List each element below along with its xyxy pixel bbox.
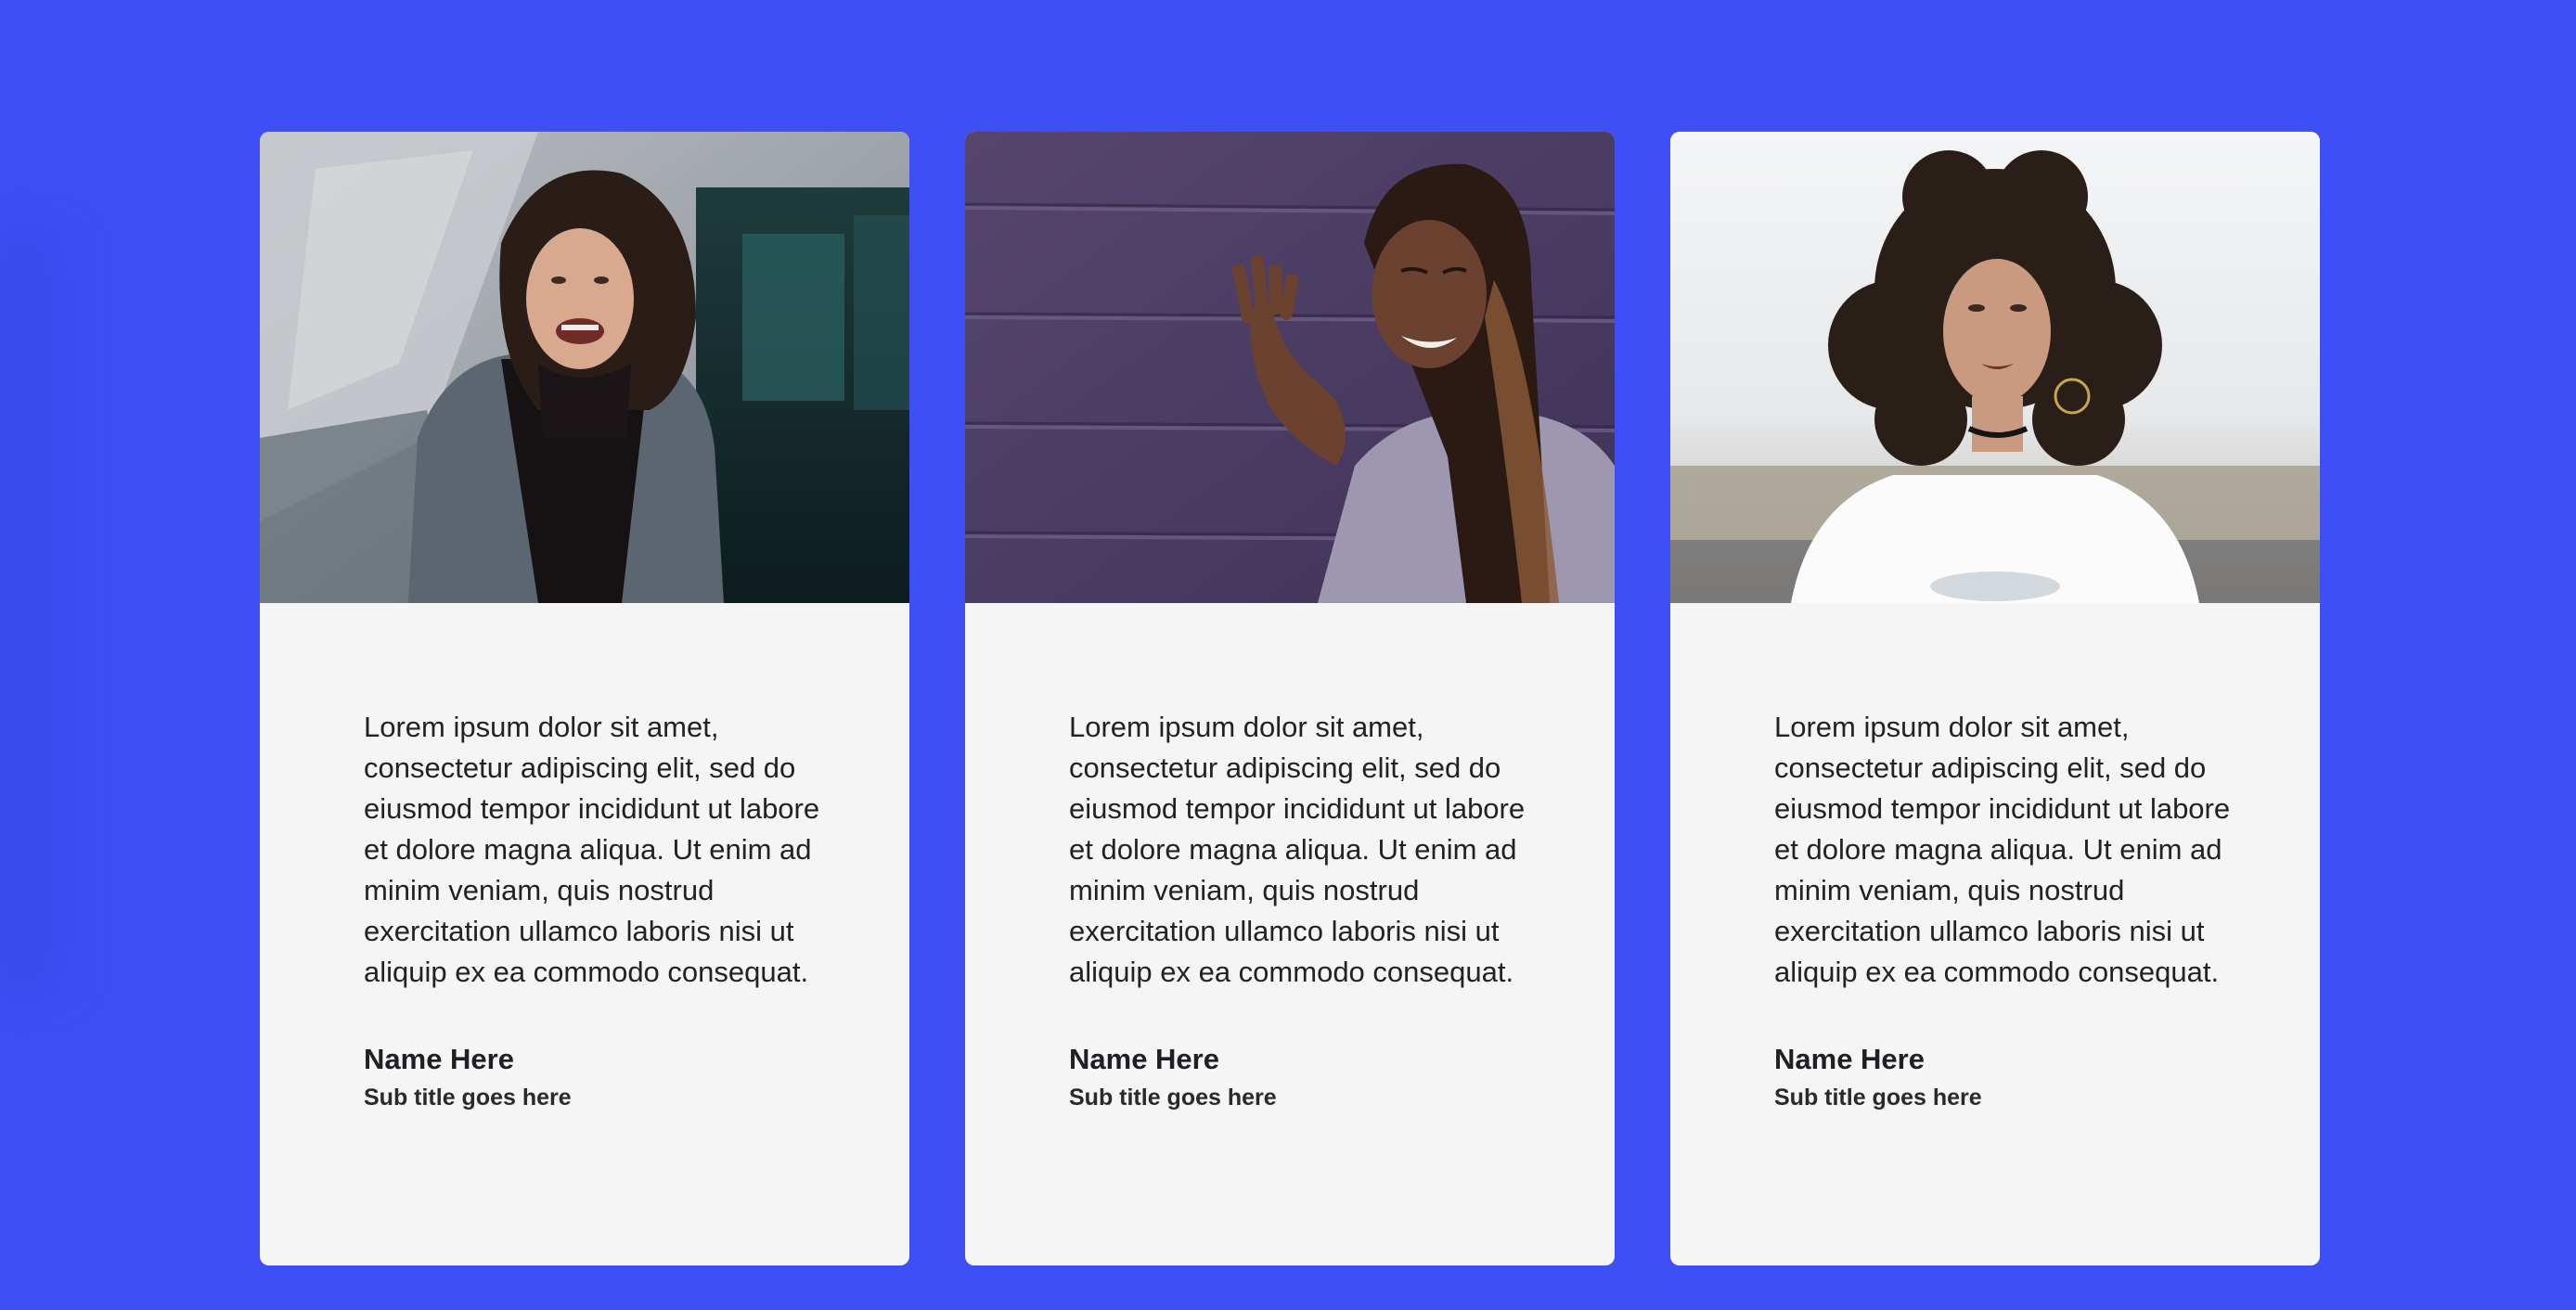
testimonial-name: Name Here bbox=[1774, 1043, 1925, 1075]
testimonial-body: Lorem ipsum dolor sit amet, consectetur … bbox=[1774, 707, 2238, 1113]
testimonial-quote: Lorem ipsum dolor sit amet, consectetur … bbox=[364, 711, 820, 988]
testimonial-card: Lorem ipsum dolor sit amet, consectetur … bbox=[260, 132, 909, 1265]
background-glow bbox=[0, 232, 84, 993]
testimonial-name: Name Here bbox=[1069, 1043, 1219, 1075]
portrait-photo bbox=[260, 132, 909, 603]
portrait-photo-image bbox=[260, 132, 909, 603]
testimonial-subtitle: Sub title goes here bbox=[1069, 1085, 1277, 1111]
testimonial-subtitle: Sub title goes here bbox=[364, 1085, 572, 1111]
testimonial-body: Lorem ipsum dolor sit amet, consectetur … bbox=[1069, 707, 1533, 1113]
testimonial-subtitle: Sub title goes here bbox=[1774, 1085, 1982, 1111]
testimonial-cards: Lorem ipsum dolor sit amet, consectetur … bbox=[260, 132, 2320, 1265]
testimonial-body: Lorem ipsum dolor sit amet, consectetur … bbox=[364, 707, 828, 1113]
portrait-photo-image bbox=[965, 132, 1615, 603]
testimonial-quote: Lorem ipsum dolor sit amet, consectetur … bbox=[1069, 711, 1526, 988]
portrait-photo-image bbox=[1670, 132, 2320, 603]
testimonial-card: Lorem ipsum dolor sit amet, consectetur … bbox=[1670, 132, 2320, 1265]
testimonial-name: Name Here bbox=[364, 1043, 514, 1075]
portrait-photo bbox=[1670, 132, 2320, 603]
testimonial-card: Lorem ipsum dolor sit amet, consectetur … bbox=[965, 132, 1615, 1265]
portrait-photo bbox=[965, 132, 1615, 603]
testimonial-quote: Lorem ipsum dolor sit amet, consectetur … bbox=[1774, 711, 2231, 988]
